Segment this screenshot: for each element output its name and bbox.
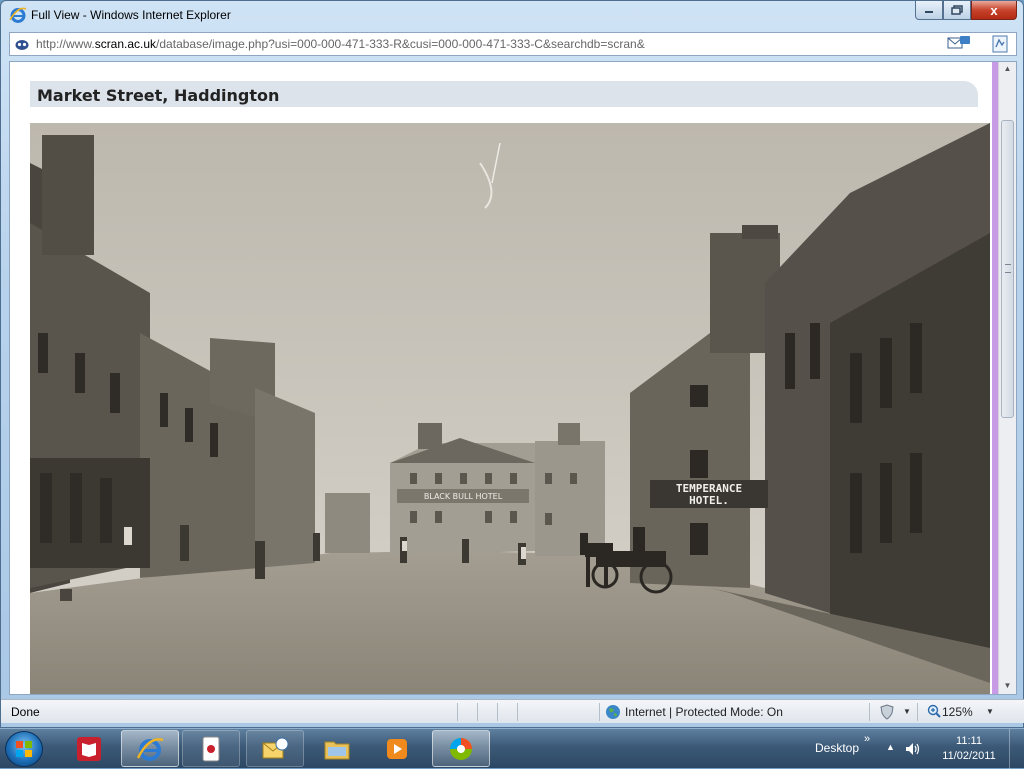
- taskbar: Desktop » ▲ 11:11 11/02/2011: [0, 728, 1024, 769]
- temperance-sign-line2: HOTEL.: [689, 494, 729, 507]
- clock[interactable]: 11:11 11/02/2011: [936, 734, 1002, 764]
- zoom-dropdown-chevron-icon[interactable]: ▼: [986, 707, 994, 716]
- windows-logo-icon: [16, 741, 32, 757]
- status-divider: [517, 703, 518, 721]
- internet-explorer-icon: [9, 7, 27, 23]
- close-icon: x: [990, 2, 998, 18]
- restore-icon: [951, 5, 963, 15]
- title-bar[interactable]: Full View - Windows Internet Explorer x: [1, 1, 1023, 29]
- window-title: Full View - Windows Internet Explorer: [31, 8, 231, 22]
- show-desktop-button[interactable]: [1009, 729, 1024, 769]
- globe-icon: [606, 705, 620, 719]
- status-bar: Done Internet | Protected Mode: On ▼ 125…: [1, 699, 1024, 723]
- browser-window: Full View - Windows Internet Explorer x …: [0, 0, 1024, 728]
- clock-time: 11:11: [956, 735, 982, 747]
- heading-bar: Market Street, Haddington: [30, 81, 978, 107]
- grip-icon: [1005, 264, 1011, 273]
- page-favicon-icon: [15, 40, 29, 50]
- playing-cards-icon: [202, 736, 220, 761]
- clock-date: 11/02/2011: [942, 750, 996, 762]
- taskbar-solitaire[interactable]: [182, 730, 240, 767]
- minimize-button[interactable]: [915, 1, 943, 20]
- taskbar-reader-app[interactable]: [60, 730, 118, 767]
- vertical-scrollbar[interactable]: ▲ ▼: [998, 62, 1016, 694]
- status-divider: [917, 703, 918, 721]
- page-title: Market Street, Haddington: [37, 86, 280, 105]
- protected-mode-shield-icon[interactable]: [879, 704, 895, 720]
- status-divider: [599, 703, 600, 721]
- toolbar-expand-chevron-icon[interactable]: »: [864, 733, 870, 745]
- scroll-thumb[interactable]: [1001, 120, 1014, 418]
- security-zone-label[interactable]: Internet | Protected Mode: On: [625, 705, 783, 719]
- taskbar-internet-explorer[interactable]: [121, 730, 179, 767]
- red-book-icon: [77, 736, 101, 761]
- desktop-toolbar-label[interactable]: Desktop: [815, 741, 859, 755]
- media-play-icon: [387, 738, 407, 759]
- mail-clock-icon: [262, 737, 289, 758]
- status-divider: [457, 703, 458, 721]
- scroll-up-arrow-icon[interactable]: ▲: [1001, 64, 1014, 77]
- zoom-level[interactable]: 125%: [942, 705, 973, 719]
- folder-icon: [324, 741, 350, 759]
- close-button[interactable]: x: [971, 1, 1017, 20]
- address-bar[interactable]: http://www.scran.ac.uk/database/image.ph…: [9, 32, 1017, 56]
- start-button[interactable]: [5, 731, 43, 767]
- minimize-icon: [925, 11, 933, 13]
- maximize-button[interactable]: [943, 1, 971, 20]
- taskbar-picasa[interactable]: [432, 730, 490, 767]
- black-bull-hotel-sign: BLACK BULL HOTEL: [424, 492, 503, 501]
- taskbar-outlook[interactable]: [246, 730, 304, 767]
- zoom-magnifier-icon: [927, 704, 941, 718]
- page-content: Market Street, Haddington BLACK BULL HOT…: [9, 61, 1017, 695]
- show-hidden-icons-icon[interactable]: ▲: [886, 742, 895, 752]
- internet-explorer-icon: [136, 737, 164, 761]
- picasa-icon: [450, 737, 472, 760]
- status-divider: [497, 703, 498, 721]
- status-divider: [477, 703, 478, 721]
- compatibility-view-icon[interactable]: [990, 35, 1010, 53]
- scroll-down-arrow-icon[interactable]: ▼: [1001, 681, 1014, 694]
- taskbar-explorer[interactable]: [308, 730, 366, 767]
- status-text: Done: [11, 705, 40, 719]
- feedback-icon[interactable]: [946, 35, 972, 53]
- photo-scene: BLACK BULL HOTEL TEMPERANCE HOTEL.: [30, 123, 990, 694]
- status-divider: [869, 703, 870, 721]
- taskbar-media-player[interactable]: [368, 730, 426, 767]
- volume-icon[interactable]: [904, 741, 922, 757]
- chevron-down-icon[interactable]: ▼: [903, 707, 911, 716]
- historic-street-photo[interactable]: BLACK BULL HOTEL TEMPERANCE HOTEL.: [30, 123, 990, 694]
- address-url[interactable]: http://www.scran.ac.uk/database/image.ph…: [36, 37, 645, 51]
